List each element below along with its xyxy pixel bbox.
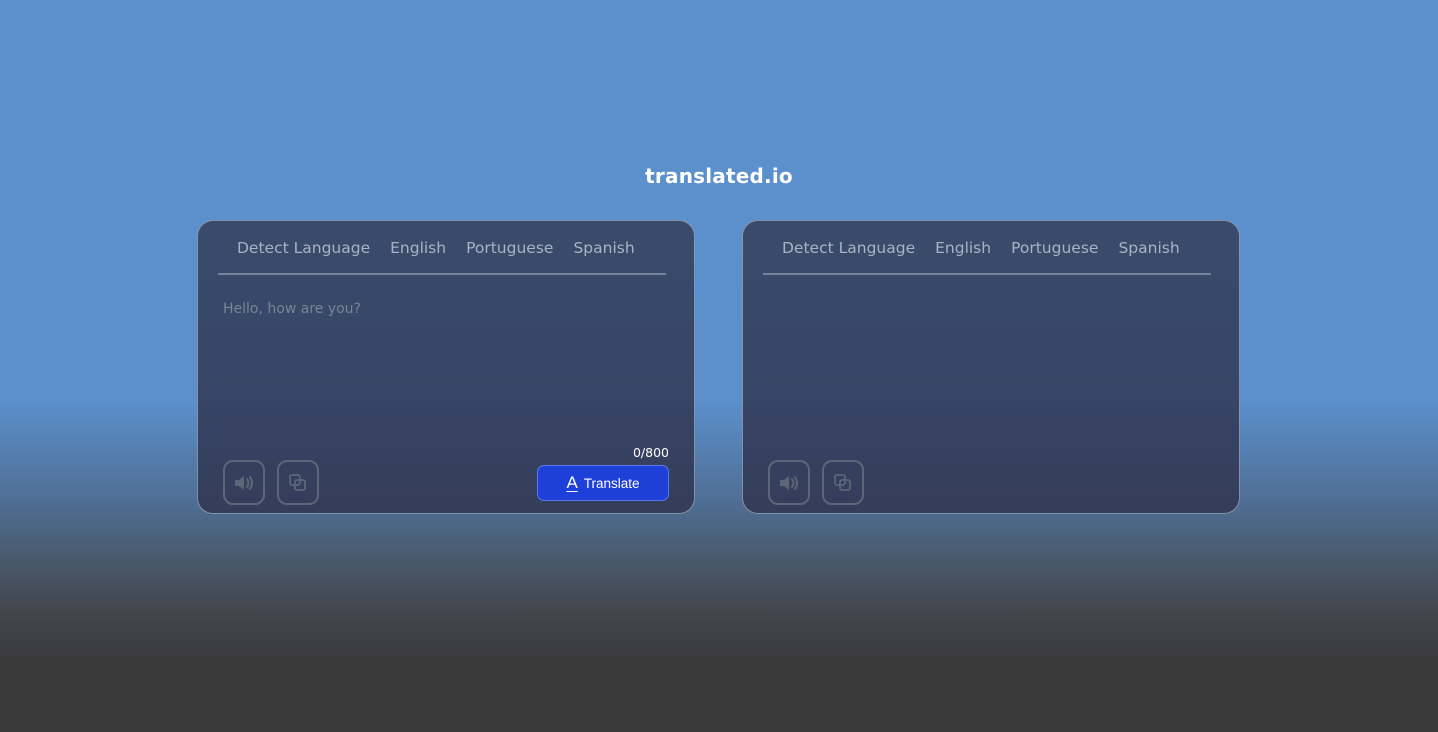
- source-tab-detect-language[interactable]: Detect Language: [218, 235, 380, 273]
- source-language-tabs: Detect Language English Portuguese Spani…: [218, 235, 666, 275]
- target-language-tabs: Detect Language English Portuguese Spani…: [763, 235, 1211, 275]
- target-speak-button[interactable]: [768, 460, 810, 505]
- source-tab-spanish[interactable]: Spanish: [563, 235, 644, 273]
- target-tab-english[interactable]: English: [925, 235, 1001, 273]
- copy-icon: [833, 473, 853, 493]
- target-tab-spanish[interactable]: Spanish: [1108, 235, 1189, 273]
- copy-icon: [288, 473, 308, 493]
- source-text-input[interactable]: [221, 299, 665, 433]
- translate-button-label: Translate: [583, 475, 640, 491]
- translate-icon: A: [566, 473, 578, 492]
- target-copy-button[interactable]: [822, 460, 864, 505]
- character-counter: 0/800: [632, 445, 669, 460]
- source-speak-button[interactable]: [223, 460, 265, 505]
- source-panel: Detect Language English Portuguese Spani…: [197, 220, 695, 514]
- target-tab-detect-language[interactable]: Detect Language: [763, 235, 925, 273]
- source-tab-portuguese[interactable]: Portuguese: [456, 235, 563, 273]
- translate-button[interactable]: A Translate: [537, 465, 669, 501]
- brand-title: translated.io: [645, 164, 793, 188]
- translated-text-output: [766, 299, 1206, 429]
- speaker-icon: [778, 474, 800, 492]
- target-tab-portuguese[interactable]: Portuguese: [1001, 235, 1108, 273]
- speaker-icon: [233, 474, 255, 492]
- source-copy-button[interactable]: [277, 460, 319, 505]
- source-tab-english[interactable]: English: [380, 235, 456, 273]
- target-panel: Detect Language English Portuguese Spani…: [742, 220, 1240, 514]
